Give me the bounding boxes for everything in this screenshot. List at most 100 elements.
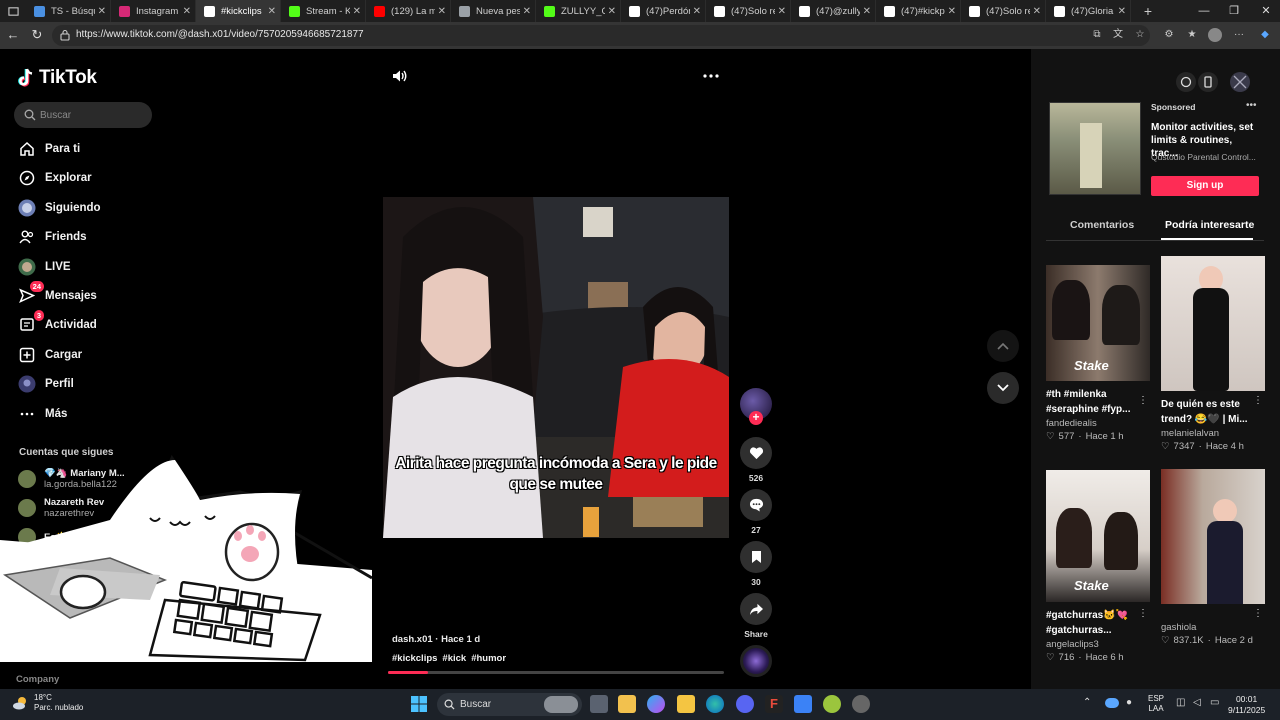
browser-tab[interactable]: TS - Búsqueda✕ (26, 0, 111, 22)
ad-signup-button[interactable]: Sign up (1151, 176, 1259, 196)
network-icon[interactable]: ◫ (1176, 697, 1185, 708)
share-button[interactable] (740, 593, 772, 625)
minimize-icon[interactable]: — (1188, 0, 1220, 22)
url-field[interactable]: https://www.tiktok.com/@dash.x01/video/7… (52, 25, 1150, 46)
favorite-star-icon[interactable]: ☆ (1133, 28, 1147, 42)
like-button[interactable] (740, 437, 772, 469)
discord-icon[interactable] (736, 695, 754, 713)
xbox-icon[interactable] (823, 695, 841, 713)
card-thumbnail[interactable] (1161, 469, 1265, 604)
next-video-button[interactable] (987, 372, 1019, 404)
tab-close-icon[interactable]: ✕ (438, 6, 446, 17)
copilot-icon[interactable]: ◆ (1258, 28, 1272, 42)
tab-recommended[interactable]: Podría interesarte (1165, 219, 1254, 231)
browser-tab[interactable]: (47)Solo recuerdo✕ (706, 0, 791, 22)
recommended-card[interactable]: ⋮ De quién es este trend? 😂🖤 | Mi... mel… (1161, 256, 1265, 452)
tab-close-icon[interactable]: ✕ (693, 6, 701, 17)
browser-tab[interactable]: (47)Perdóname✕ (621, 0, 706, 22)
card-author[interactable]: angelaclips3 (1046, 639, 1150, 650)
tab-close-icon[interactable]: ✕ (268, 6, 276, 17)
coins-icon[interactable] (1175, 71, 1197, 93)
sidebar-item-para-ti[interactable]: Para ti (18, 138, 80, 160)
sidebar-item-cargar[interactable]: Cargar (18, 344, 82, 366)
browser-tab[interactable]: #kickclips ✕ (196, 0, 281, 22)
previous-video-button[interactable] (987, 330, 1019, 362)
card-thumbnail[interactable] (1161, 256, 1265, 391)
system-clock[interactable]: 00:01 9/11/2025 (1228, 694, 1265, 716)
browser-tab[interactable]: Nueva pestaña✕ (451, 0, 536, 22)
microphone-icon[interactable]: ● (1126, 697, 1132, 708)
browser-tab[interactable]: Instagram ✕ (111, 0, 196, 22)
file-explorer-icon[interactable] (677, 695, 695, 713)
recommended-card[interactable]: Stake ⋮ #gatchurras🐱💘 #gatchurras... ang… (1046, 470, 1150, 663)
volume-icon[interactable] (391, 68, 407, 84)
card-title[interactable]: De quién es este trend? 😂🖤 | Mi... (1161, 397, 1249, 427)
browser-tab[interactable]: ZULLYY_CS✕ (536, 0, 621, 22)
card-author[interactable]: gashiola (1161, 622, 1265, 633)
card-thumbnail[interactable]: Stake (1046, 265, 1150, 381)
back-icon[interactable]: ← (5, 27, 21, 43)
tray-chevron-icon[interactable]: ⌃ (1083, 697, 1091, 708)
recommended-card[interactable]: Stake ⋮ #th #milenka #seraphine #fyp... … (1046, 265, 1150, 442)
store-icon[interactable] (618, 695, 636, 713)
video-player[interactable]: Airita hace pregunta incómoda a Sera y l… (383, 197, 729, 538)
card-title[interactable]: #th #milenka #seraphine #fyp... (1046, 387, 1134, 417)
sidebar-item-siguiendo[interactable]: Siguiendo (18, 197, 101, 219)
hashtag-link[interactable]: #humor (471, 653, 506, 664)
tab-close-icon[interactable]: ✕ (523, 6, 531, 17)
profile-avatar-icon[interactable] (1208, 28, 1222, 42)
extensions-icon[interactable]: ⚙ (1162, 28, 1176, 42)
search-box[interactable] (14, 102, 152, 128)
card-thumbnail[interactable]: Stake (1046, 470, 1150, 602)
music-disc[interactable] (740, 645, 772, 677)
card-title[interactable]: #gatchurras🐱💘 #gatchurras... (1046, 608, 1134, 638)
edge-browser-icon[interactable] (706, 695, 724, 713)
windows-start-icon[interactable] (410, 695, 428, 713)
tab-close-icon[interactable]: ✕ (353, 6, 361, 17)
device-icon[interactable] (1197, 71, 1219, 93)
card-menu-icon[interactable]: ⋮ (1253, 608, 1263, 619)
browser-tab[interactable]: (47)#kickperu✕ (876, 0, 961, 22)
company-link[interactable]: Company (16, 674, 59, 685)
user-avatar-icon[interactable] (1229, 71, 1251, 93)
browser-tab[interactable]: (47)Solo recuerdo✕ (961, 0, 1046, 22)
maximize-icon[interactable]: ❐ (1218, 0, 1250, 22)
card-author[interactable]: melanielalvan (1161, 428, 1265, 439)
task-view-icon[interactable] (590, 695, 608, 713)
tab-close-icon[interactable]: ✕ (1118, 6, 1126, 17)
tab-comments[interactable]: Comentarios (1070, 219, 1134, 231)
browser-tab[interactable]: (129) La música✕ (366, 0, 451, 22)
browser-tab[interactable]: (47)Gloria Trevi✕ (1046, 0, 1131, 22)
tab-close-icon[interactable]: ✕ (1033, 6, 1041, 17)
recommended-card[interactable]: ⋮ gashiola ♡ 837.1K · Hace 2 d (1161, 469, 1265, 646)
sidebar-item-live[interactable]: LIVE (18, 256, 71, 278)
tab-search-icon[interactable] (0, 0, 26, 22)
follow-plus-button[interactable]: + (749, 411, 763, 425)
card-author[interactable]: fandediealis (1046, 418, 1150, 429)
sidebar-item-m-s[interactable]: Más (18, 403, 67, 425)
ad-thumbnail[interactable] (1049, 102, 1141, 195)
close-window-icon[interactable]: ✕ (1250, 0, 1280, 22)
translate-icon[interactable]: 文 (1111, 28, 1125, 42)
settings-icon[interactable] (852, 695, 870, 713)
language-indicator[interactable]: ESP LAA (1148, 694, 1164, 714)
sidebar-item-mensajes[interactable]: 24 Mensajes (18, 281, 97, 307)
tiktok-logo[interactable]: TikTok (18, 67, 97, 89)
tab-close-icon[interactable]: ✕ (778, 6, 786, 17)
weather-widget[interactable]: 18°C Parc. nublado (12, 693, 83, 713)
taskbar-search[interactable]: Buscar (437, 693, 582, 716)
copilot-app-icon[interactable] (647, 695, 665, 713)
search-input[interactable] (40, 102, 148, 128)
volume-tray-icon[interactable]: ◁ (1193, 697, 1201, 708)
reload-icon[interactable]: ↻ (29, 27, 45, 43)
save-button[interactable] (740, 541, 772, 573)
tab-close-icon[interactable]: ✕ (98, 6, 106, 17)
comment-button[interactable] (740, 489, 772, 521)
new-tab-button[interactable]: + (1137, 3, 1159, 19)
card-menu-icon[interactable]: ⋮ (1138, 608, 1148, 619)
hashtag-link[interactable]: #kickclips (392, 653, 437, 664)
tf-app-icon[interactable]: F (765, 695, 783, 713)
more-options-icon[interactable] (702, 68, 720, 84)
card-menu-icon[interactable]: ⋮ (1253, 395, 1263, 406)
battery-icon[interactable]: ▭ (1210, 697, 1219, 708)
